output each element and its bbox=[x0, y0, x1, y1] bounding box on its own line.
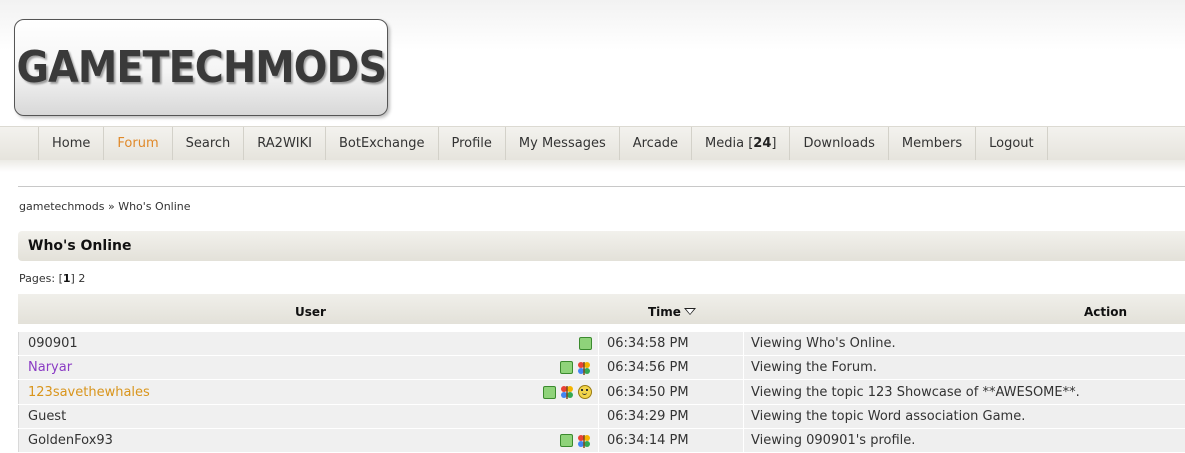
user-icons bbox=[560, 429, 592, 452]
divider bbox=[18, 186, 1185, 187]
online-users-table: 090901 06:34:58 PM Viewing Who's Online. Na… bbox=[18, 332, 1185, 453]
action-text: Viewing the Forum. bbox=[751, 360, 877, 375]
time-text: 06:34:29 PM bbox=[607, 409, 689, 424]
header-user[interactable]: User bbox=[295, 294, 326, 330]
nav-arcade-label: Arcade bbox=[632, 136, 679, 151]
user-cell: 090901 bbox=[18, 332, 598, 355]
time-text: 06:34:58 PM bbox=[607, 336, 689, 351]
nav-media-label: Media [ bbox=[705, 136, 754, 151]
action-cell: Viewing Who's Online. bbox=[743, 332, 1185, 355]
action-cell: Viewing the topic 123 Showcase of **AWES… bbox=[743, 380, 1185, 404]
nav-shadow bbox=[0, 160, 1185, 172]
action-text: Viewing the topic Word association Game. bbox=[751, 409, 1026, 424]
online-status-icon bbox=[579, 337, 592, 350]
username-link[interactable]: GoldenFox93 bbox=[28, 433, 113, 448]
msn-icon[interactable] bbox=[576, 360, 592, 376]
nav-botexchange[interactable]: BotExchange bbox=[325, 127, 438, 160]
nav-home-label: Home bbox=[52, 136, 91, 151]
header-time-label: Time bbox=[648, 305, 681, 319]
sort-descending-icon bbox=[683, 308, 696, 315]
action-cell: Viewing the Forum. bbox=[743, 356, 1185, 379]
time-cell: 06:34:50 PM bbox=[598, 380, 743, 404]
user-icons bbox=[543, 380, 592, 404]
action-cell: Viewing the topic Word association Game. bbox=[743, 405, 1185, 428]
table-header: User Time Action bbox=[18, 294, 1185, 324]
table-row: 090901 06:34:58 PM Viewing Who's Online. bbox=[18, 332, 1185, 356]
table-row: GoldenFox93 06:34:14 PM Viewing 090901's p… bbox=[18, 429, 1185, 453]
user-icons bbox=[579, 332, 592, 355]
user-cell: Naryar bbox=[18, 356, 598, 379]
nav-forum-label: Forum bbox=[117, 136, 159, 151]
nav-media-suffix: ] bbox=[771, 136, 777, 151]
time-cell: 06:34:58 PM bbox=[598, 332, 743, 355]
table-row: Naryar 06:34:56 PM Viewing the Forum. bbox=[18, 356, 1185, 380]
page-title-bar: Who's Online bbox=[18, 231, 1185, 261]
time-cell: 06:34:14 PM bbox=[598, 429, 743, 452]
nav-members-label: Members bbox=[901, 136, 963, 151]
smiley-icon bbox=[578, 385, 592, 399]
msn-icon[interactable] bbox=[576, 433, 592, 449]
breadcrumb-current: Who's Online bbox=[118, 200, 191, 213]
action-text: Viewing Who's Online. bbox=[751, 336, 896, 351]
time-text: 06:34:14 PM bbox=[607, 433, 689, 448]
pagination-label: Pages: bbox=[19, 272, 56, 285]
nav-arcade[interactable]: Arcade bbox=[618, 127, 691, 160]
user-icons bbox=[560, 356, 592, 379]
table-row: Guest 06:34:29 PM Viewing the topic Word a… bbox=[18, 405, 1185, 429]
nav-downloads-label: Downloads bbox=[803, 136, 875, 151]
nav-forum[interactable]: Forum bbox=[103, 127, 171, 160]
online-status-icon bbox=[543, 385, 556, 399]
nav-ra2wiki-label: RA2WIKI bbox=[257, 136, 312, 151]
nav-members[interactable]: Members bbox=[887, 127, 975, 160]
nav-profile[interactable]: Profile bbox=[437, 127, 505, 160]
site-logo[interactable]: GAMETECHMODS bbox=[14, 19, 388, 116]
nav-logout-label: Logout bbox=[989, 136, 1034, 151]
user-cell: Guest bbox=[18, 405, 598, 428]
table-row: 123savethewhales 06:34:50 PM Viewing the t… bbox=[18, 380, 1185, 405]
nav-media[interactable]: Media [24] bbox=[691, 127, 789, 160]
username-link[interactable]: Naryar bbox=[28, 360, 72, 375]
time-cell: 06:34:29 PM bbox=[598, 405, 743, 428]
online-status-icon bbox=[560, 434, 573, 447]
pagination-current: 1 bbox=[62, 272, 71, 285]
user-cell: GoldenFox93 bbox=[18, 429, 598, 452]
nav-my-messages-label: My Messages bbox=[518, 136, 606, 151]
time-cell: 06:34:56 PM bbox=[598, 356, 743, 379]
page-title: Who's Online bbox=[28, 238, 132, 254]
time-text: 06:34:50 PM bbox=[607, 384, 689, 400]
time-text: 06:34:56 PM bbox=[607, 360, 689, 375]
pagination-page-link[interactable]: 2 bbox=[78, 272, 85, 285]
nav-search[interactable]: Search bbox=[171, 127, 244, 160]
nav-my-messages[interactable]: My Messages bbox=[504, 127, 619, 160]
action-text: Viewing the topic 123 Showcase of **AWES… bbox=[751, 384, 1080, 400]
nav-search-label: Search bbox=[185, 136, 231, 151]
nav-media-count: 24 bbox=[753, 136, 772, 151]
nav-profile-label: Profile bbox=[451, 136, 492, 151]
user-cell: 123savethewhales bbox=[18, 380, 598, 404]
pagination: Pages: [1] 2 bbox=[19, 272, 86, 285]
action-text: Viewing 090901's profile. bbox=[751, 433, 916, 448]
action-cell: Viewing 090901's profile. bbox=[743, 429, 1185, 452]
nav-ra2wiki[interactable]: RA2WIKI bbox=[243, 127, 325, 160]
logo-text: GAMETECHMODS bbox=[16, 42, 386, 93]
username-link[interactable]: Guest bbox=[28, 409, 66, 424]
msn-icon[interactable] bbox=[559, 384, 575, 400]
nav-logout[interactable]: Logout bbox=[975, 127, 1048, 160]
nav-downloads[interactable]: Downloads bbox=[789, 127, 887, 160]
breadcrumb: gametechmods » Who's Online bbox=[19, 200, 191, 213]
online-status-icon bbox=[560, 361, 573, 374]
username-link[interactable]: 090901 bbox=[28, 336, 78, 351]
nav-items: Home Forum Search RA2WIKI BotExchange Pr… bbox=[38, 127, 1048, 160]
header-action[interactable]: Action bbox=[1084, 294, 1127, 330]
main-navbar: Home Forum Search RA2WIKI BotExchange Pr… bbox=[0, 126, 1185, 161]
username-link[interactable]: 123savethewhales bbox=[28, 385, 150, 400]
nav-botexchange-label: BotExchange bbox=[339, 136, 425, 151]
nav-home[interactable]: Home bbox=[38, 127, 103, 160]
header-time[interactable]: Time bbox=[648, 294, 696, 330]
breadcrumb-separator: » bbox=[107, 200, 115, 213]
breadcrumb-home-link[interactable]: gametechmods bbox=[19, 200, 104, 213]
